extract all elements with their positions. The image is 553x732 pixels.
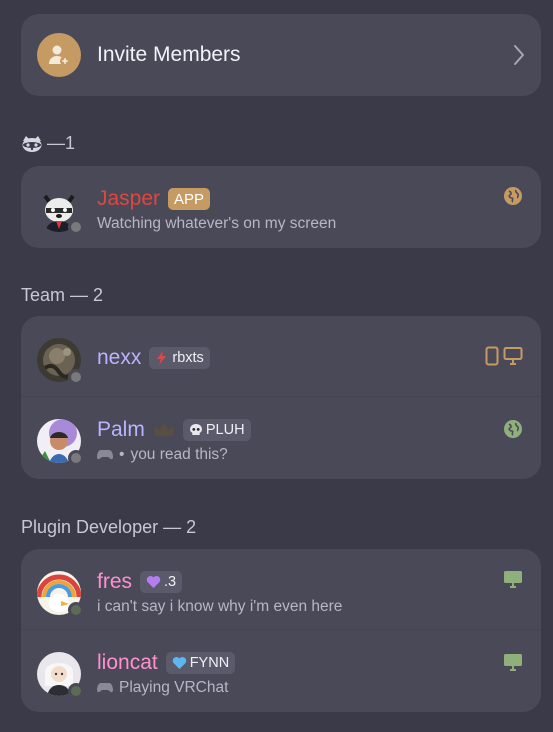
desktop-icon (504, 654, 522, 671)
status-indicator (68, 602, 84, 618)
guild-tag-label: rbxts (172, 350, 204, 366)
member-group-plugin-developer: fres .3 i can't say i know why i'm even … (21, 549, 541, 712)
member-status: you read this? (130, 446, 228, 463)
raccoon-icon (22, 135, 42, 152)
gamepad-icon (97, 450, 113, 460)
section-header-raccoon: —1 (21, 133, 75, 154)
member-name: lioncat (97, 651, 158, 674)
avatar[interactable] (37, 338, 84, 385)
section-title: Team — 2 (21, 285, 104, 305)
section-count: —1 (47, 133, 76, 153)
member-row-lioncat[interactable]: lioncat FYNN Playing VRChat (21, 629, 541, 712)
guild-tag: rbxts (149, 347, 210, 369)
section-header-plugin-developer: Plugin Developer — 2 (21, 517, 196, 538)
section-title: Plugin Developer — 2 (21, 517, 197, 537)
invite-members-button[interactable]: Invite Members (21, 14, 541, 96)
chevron-right-icon (514, 45, 524, 65)
app-badge: APP (168, 188, 211, 210)
guild-tag-label: PLUH (205, 422, 245, 438)
guild-tag: FYNN (165, 652, 236, 674)
section-header-team: Team — 2 (21, 285, 103, 306)
avatar[interactable] (37, 652, 84, 699)
member-list-panel: Invite Members —1 Jasper APP Watching wh… (0, 0, 553, 732)
guild-tag: PLUH (182, 419, 251, 441)
status-indicator (68, 450, 84, 466)
mobile-icon (485, 346, 499, 366)
heart-icon (146, 576, 161, 588)
guild-tag: .3 (140, 571, 183, 593)
member-group-team: nexx rbxts Palm PLUH • you read this? (21, 316, 541, 479)
globe-icon (504, 420, 522, 438)
skull-icon (189, 424, 202, 435)
globe-icon (504, 187, 522, 205)
gamepad-icon (97, 683, 113, 693)
member-row-nexx[interactable]: nexx rbxts (21, 316, 541, 396)
guild-tag-label: FYNN (189, 655, 230, 671)
member-row-jasper[interactable]: Jasper APP Watching whatever's on my scr… (21, 166, 541, 248)
status-separator: • (119, 446, 125, 463)
status-indicator (68, 369, 84, 385)
crown-icon (153, 423, 174, 436)
status-indicator (68, 219, 84, 235)
heart-icon (172, 657, 186, 669)
avatar[interactable] (37, 571, 84, 618)
desktop-icon (503, 347, 523, 365)
member-name: Jasper (97, 187, 161, 210)
member-status: Playing VRChat (119, 679, 229, 696)
invite-members-label: Invite Members (97, 43, 241, 66)
desktop-icon (504, 571, 522, 588)
member-name: fres (97, 570, 133, 593)
member-name: Palm (97, 418, 145, 441)
member-status: Watching whatever's on my screen (97, 215, 337, 232)
add-user-icon (37, 33, 81, 77)
member-status: i can't say i know why i'm even here (97, 598, 343, 615)
status-indicator (68, 683, 84, 699)
member-name: nexx (97, 346, 142, 369)
member-row-palm[interactable]: Palm PLUH • you read this? (21, 396, 541, 479)
lightning-icon (157, 351, 167, 365)
member-row-fres[interactable]: fres .3 i can't say i know why i'm even … (21, 549, 541, 629)
guild-tag-label: .3 (164, 574, 177, 590)
member-group-raccoon: Jasper APP Watching whatever's on my scr… (21, 166, 541, 248)
avatar[interactable] (37, 188, 84, 235)
avatar[interactable] (37, 419, 84, 466)
